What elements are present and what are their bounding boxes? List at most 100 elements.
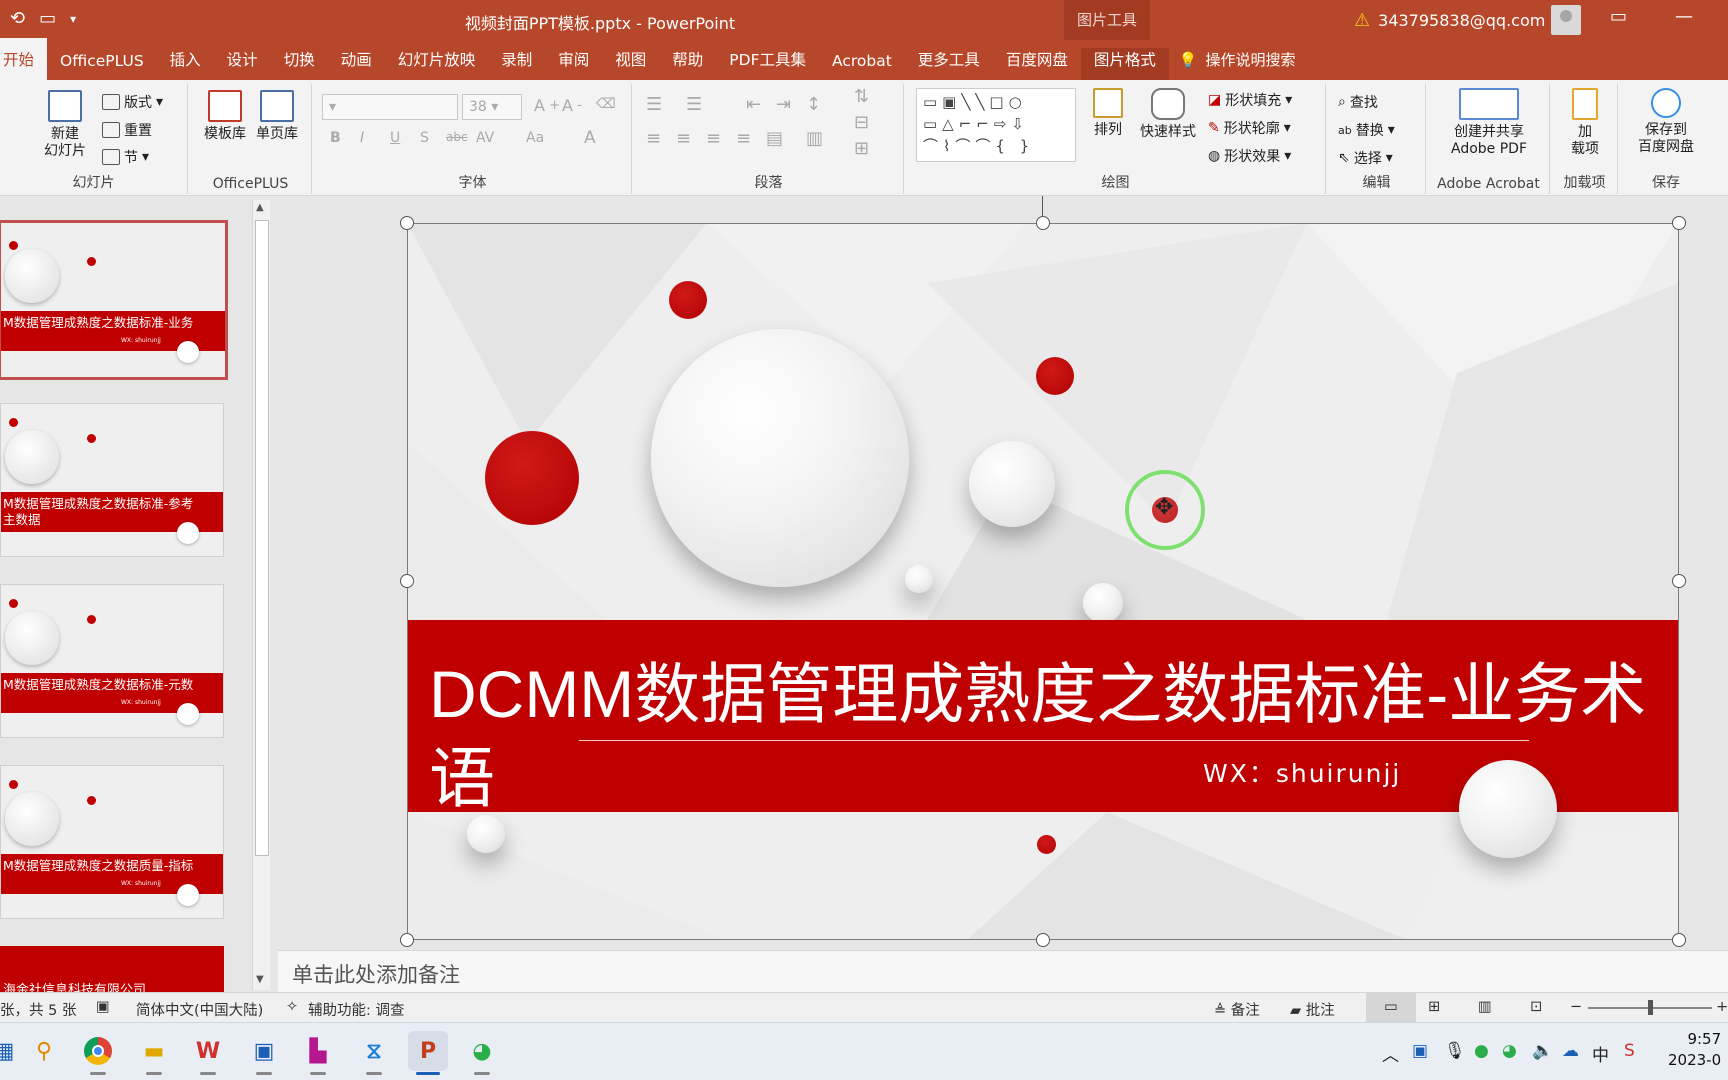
- wechat-tray-icon[interactable]: ◕: [1502, 1041, 1517, 1061]
- bold-button[interactable]: B: [330, 130, 341, 146]
- slide-thumbnail[interactable]: 海金社信息科技有限公司: [0, 946, 224, 992]
- scroll-down-icon[interactable]: ▼: [256, 974, 264, 985]
- distribute-icon[interactable]: ▤: [766, 128, 783, 149]
- tab-record[interactable]: 录制: [488, 48, 545, 80]
- smartart-icon[interactable]: ⊞: [854, 138, 869, 159]
- char-spacing-button[interactable]: AV: [476, 130, 494, 146]
- spellcheck-icon[interactable]: ▣: [96, 999, 110, 1015]
- align-text-icon[interactable]: ⊟: [854, 112, 869, 133]
- resize-handle[interactable]: [400, 933, 414, 947]
- shapes-gallery[interactable]: ▭▣╲╲□○ ▭△⌐⌐⇨⇩ ⌒⌇⌒⌒{ }: [916, 88, 1076, 162]
- quick-styles-button[interactable]: 快速样式: [1136, 88, 1200, 141]
- language-status[interactable]: 简体中文(中国大陆): [136, 999, 263, 1020]
- text-direction-icon[interactable]: ⇅: [854, 86, 869, 107]
- addins-button[interactable]: 加 载项: [1562, 88, 1608, 158]
- tray-overflow-icon[interactable]: ︿: [1382, 1041, 1399, 1066]
- slideshow-icon[interactable]: ⊡: [1530, 999, 1542, 1015]
- accessibility-status[interactable]: 辅助功能: 调查: [308, 999, 405, 1020]
- tab-view[interactable]: 视图: [602, 48, 659, 80]
- strikethrough-button[interactable]: abc: [446, 130, 468, 144]
- restore-icon[interactable]: ▭: [1610, 6, 1627, 27]
- font-name-input[interactable]: ▾: [322, 94, 458, 120]
- tab-home[interactable]: 开始: [0, 38, 48, 80]
- resize-handle[interactable]: [1036, 216, 1050, 230]
- vscode-icon[interactable]: ⧖: [354, 1031, 394, 1075]
- search-icon[interactable]: ⚲: [24, 1031, 64, 1071]
- app-tray-icon[interactable]: ●: [1474, 1041, 1489, 1061]
- meeting-icon[interactable]: ▣: [1412, 1041, 1428, 1061]
- numbering-icon[interactable]: ☰: [686, 94, 702, 115]
- zoom-in-icon[interactable]: +: [1716, 999, 1728, 1015]
- slide-sorter-icon[interactable]: ⊞: [1428, 999, 1440, 1015]
- shape-fill-button[interactable]: ◪ 形状填充 ▾: [1208, 90, 1292, 110]
- align-right-icon[interactable]: ≡: [706, 128, 721, 149]
- tab-insert[interactable]: 插入: [157, 48, 214, 80]
- reading-view-icon[interactable]: ▥: [1478, 999, 1492, 1015]
- file-explorer-icon[interactable]: ▬: [134, 1031, 174, 1075]
- single-page-library-button[interactable]: 单页库: [252, 90, 302, 143]
- increase-indent-icon[interactable]: ⇥: [776, 94, 791, 115]
- tab-review[interactable]: 审阅: [545, 48, 602, 80]
- align-left-icon[interactable]: ≡: [646, 128, 661, 149]
- comments-toggle[interactable]: ▰ 批注: [1290, 999, 1335, 1020]
- grow-font-button[interactable]: A +: [534, 96, 560, 115]
- cloud-icon[interactable]: ☁: [1562, 1041, 1579, 1061]
- volume-icon[interactable]: 🔈: [1532, 1041, 1553, 1061]
- start-icon[interactable]: ▦: [0, 1031, 24, 1071]
- tab-officeplus[interactable]: OfficePLUS: [47, 52, 157, 80]
- replace-button[interactable]: ab 替换 ▾: [1338, 120, 1395, 140]
- account-area[interactable]: ⚠ 343795838@qq.com: [1354, 10, 1545, 31]
- template-library-button[interactable]: 模板库: [200, 90, 250, 143]
- font-color-button[interactable]: A: [584, 128, 596, 148]
- columns-icon[interactable]: ▥: [806, 128, 823, 149]
- shrink-font-button[interactable]: A-: [562, 96, 582, 115]
- font-size-input[interactable]: 38 ▾: [462, 94, 522, 120]
- minimize-icon[interactable]: —: [1675, 6, 1693, 27]
- chrome-icon[interactable]: [78, 1031, 118, 1075]
- tab-baidu-netdisk[interactable]: 百度网盘: [993, 48, 1081, 80]
- jetbrains-icon[interactable]: ▙: [298, 1031, 338, 1075]
- shadow-button[interactable]: S: [420, 130, 429, 146]
- normal-view-icon[interactable]: ▭: [1366, 993, 1416, 1022]
- tab-picture-format[interactable]: 图片格式: [1080, 48, 1169, 80]
- powerpoint-icon[interactable]: P: [408, 1031, 448, 1075]
- italic-button[interactable]: I: [360, 130, 364, 146]
- microphone-icon[interactable]: 🎙: [1444, 1041, 1466, 1061]
- tab-acrobat[interactable]: Acrobat: [819, 52, 905, 80]
- slide-thumbnail[interactable]: M数据管理成熟度之数据标准-业务 WX: shuirunjj: [0, 220, 228, 380]
- tell-me-search[interactable]: 💡 操作说明搜索: [1169, 49, 1306, 80]
- underline-button[interactable]: U: [390, 130, 400, 146]
- tab-pdf-tools[interactable]: PDF工具集: [716, 48, 819, 80]
- clear-format-icon[interactable]: ⌫: [596, 96, 616, 112]
- tab-animations[interactable]: 动画: [328, 48, 385, 80]
- wps-icon[interactable]: W: [188, 1031, 228, 1075]
- layout-button[interactable]: 版式 ▾: [102, 92, 163, 112]
- thumbnails-scrollbar[interactable]: ▲ ▼: [252, 200, 270, 990]
- notes-toggle[interactable]: ≜ 备注: [1214, 999, 1260, 1020]
- slide-thumbnail[interactable]: M数据管理成熟度之数据标准-参考 主数据: [0, 403, 224, 557]
- tab-slideshow[interactable]: 幻灯片放映: [385, 48, 489, 80]
- tab-help[interactable]: 帮助: [659, 48, 716, 80]
- slide-thumbnail[interactable]: M数据管理成熟度之数据质量-指标 WX: shuirunjj: [0, 765, 224, 919]
- window-app-icon[interactable]: ▣: [244, 1031, 284, 1075]
- arrange-button[interactable]: 排列: [1086, 88, 1130, 139]
- find-button[interactable]: ⌕ 查找: [1338, 92, 1378, 112]
- taskbar-clock[interactable]: 9:57 2023-0: [1668, 1029, 1721, 1071]
- resize-handle[interactable]: [1672, 574, 1686, 588]
- notes-pane[interactable]: 单击此处添加备注: [278, 950, 1728, 992]
- shape-outline-button[interactable]: ✎ 形状轮廓 ▾: [1208, 118, 1291, 138]
- shape-effects-button[interactable]: ◍ 形状效果 ▾: [1208, 146, 1291, 166]
- zoom-slider-thumb[interactable]: [1648, 1000, 1653, 1015]
- slide-wx-label[interactable]: WX：shuirunjj: [1203, 754, 1401, 790]
- justify-icon[interactable]: ≡: [736, 128, 751, 149]
- decrease-indent-icon[interactable]: ⇤: [746, 94, 761, 115]
- save-to-baidu-button[interactable]: 保存到 百度网盘: [1628, 88, 1704, 156]
- slide-canvas[interactable]: DCMM数据管理成熟度之数据标准-业务术语 WX：shuirunjj ✥: [407, 223, 1679, 940]
- avatar[interactable]: [1551, 5, 1581, 35]
- zoom-out-icon[interactable]: −: [1570, 999, 1582, 1015]
- create-share-pdf-button[interactable]: 创建并共享 Adobe PDF: [1432, 88, 1546, 158]
- reset-button[interactable]: 重置: [102, 120, 152, 140]
- tab-transitions[interactable]: 切换: [271, 48, 328, 80]
- sogou-icon[interactable]: S: [1624, 1041, 1635, 1061]
- section-button[interactable]: 节 ▾: [102, 147, 149, 167]
